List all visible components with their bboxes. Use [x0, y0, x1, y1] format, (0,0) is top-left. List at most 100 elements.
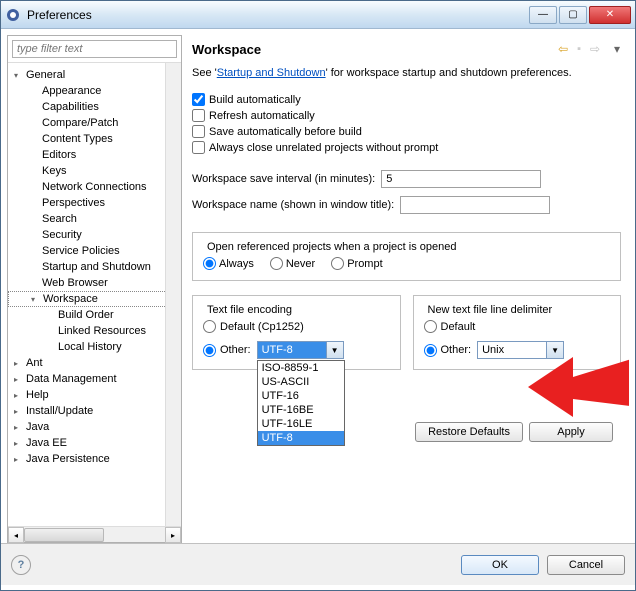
scroll-left-button[interactable]: ◂ [8, 527, 24, 543]
workspace-name-label: Workspace name (shown in window title): [192, 199, 394, 211]
close-unrelated-checkbox[interactable] [192, 141, 205, 154]
open-ref-prompt-radio[interactable] [331, 257, 344, 270]
tree-item-service-policies[interactable]: Service Policies [8, 243, 181, 259]
delimiter-radios: Default Other: ▼ [424, 320, 611, 359]
app-icon [5, 7, 21, 23]
content-area: ▾GeneralAppearanceCapabilitiesCompare/Pa… [1, 29, 635, 543]
open-ref-always-radio[interactable] [203, 257, 216, 270]
tree-item-network-connections[interactable]: Network Connections [8, 179, 181, 195]
tree-item-linked-resources[interactable]: Linked Resources [8, 323, 181, 339]
tree-item-web-browser[interactable]: Web Browser [8, 275, 181, 291]
tree-item-startup-and-shutdown[interactable]: Startup and Shutdown [8, 259, 181, 275]
encoding-combo-input[interactable] [257, 341, 327, 359]
intro-text: See 'Startup and Shutdown' for workspace… [192, 67, 621, 79]
tree-item-compare-patch[interactable]: Compare/Patch [8, 115, 181, 131]
build-auto-checkbox[interactable] [192, 93, 205, 106]
delimiter-combo-input[interactable] [477, 341, 547, 359]
tree-item-local-history[interactable]: Local History [8, 339, 181, 355]
tree-item-java-ee[interactable]: ▸Java EE [8, 435, 181, 451]
encoding-dropdown-button[interactable]: ▼ [327, 341, 344, 359]
window-buttons: — ▢ ✕ [529, 6, 631, 24]
scroll-right-button[interactable]: ▸ [165, 527, 181, 543]
encoding-other[interactable]: Other: [203, 344, 251, 357]
expand-icon: ▾ [31, 295, 43, 304]
minimize-button[interactable]: — [529, 6, 557, 24]
intro-prefix: See ' [192, 67, 217, 79]
tree-item-help[interactable]: ▸Help [8, 387, 181, 403]
encoding-option-utf-16be[interactable]: UTF-16BE [258, 403, 344, 417]
restore-defaults-button[interactable]: Restore Defaults [415, 422, 523, 442]
forward-arrow-icon[interactable]: ⇨ [587, 41, 603, 57]
save-interval-input[interactable] [381, 170, 541, 188]
main-body: See 'Startup and Shutdown' for workspace… [188, 67, 629, 543]
tree-scrollbar[interactable] [165, 63, 181, 526]
encoding-default-radio[interactable] [203, 320, 216, 333]
scroll-thumb[interactable] [24, 528, 104, 542]
open-ref-never-radio[interactable] [270, 257, 283, 270]
tree-h-scrollbar[interactable]: ◂ ▸ [8, 526, 181, 542]
tree-item-label: Keys [42, 165, 66, 177]
expand-icon: ▾ [14, 71, 26, 80]
tree-item-capabilities[interactable]: Capabilities [8, 99, 181, 115]
tree-item-workspace[interactable]: ▾Workspace [8, 291, 181, 307]
encoding-option-iso-8859-1[interactable]: ISO-8859-1 [258, 361, 344, 375]
encoding-option-utf-16le[interactable]: UTF-16LE [258, 417, 344, 431]
back-arrow-icon[interactable]: ⇦ [555, 41, 571, 57]
delimiter-default[interactable]: Default [424, 320, 611, 333]
delimiter-dropdown-button[interactable]: ▼ [547, 341, 564, 359]
tree-item-label: General [26, 69, 65, 81]
scroll-track[interactable] [24, 527, 165, 542]
tree-item-keys[interactable]: Keys [8, 163, 181, 179]
tree-item-label: Network Connections [42, 181, 147, 193]
help-icon[interactable]: ? [11, 555, 31, 575]
open-ref-never[interactable]: Never [270, 257, 315, 270]
maximize-button[interactable]: ▢ [559, 6, 587, 24]
tree-item-label: Perspectives [42, 197, 105, 209]
tree-item-perspectives[interactable]: Perspectives [8, 195, 181, 211]
encoding-delimiter-row: Text file encoding Default (Cp1252) Othe… [192, 295, 621, 370]
encoding-other-radio[interactable] [203, 344, 216, 357]
encoding-dropdown-list[interactable]: ISO-8859-1US-ASCIIUTF-16UTF-16BEUTF-16LE… [257, 360, 345, 446]
nav-menu-icon[interactable]: ▾ [609, 41, 625, 57]
encoding-combo[interactable]: ▼ ISO-8859-1US-ASCIIUTF-16UTF-16BEUTF-16… [257, 341, 344, 359]
delimiter-default-radio[interactable] [424, 320, 437, 333]
close-button[interactable]: ✕ [589, 6, 631, 24]
tree-item-security[interactable]: Security [8, 227, 181, 243]
open-referenced-title: Open referenced projects when a project … [203, 241, 461, 253]
encoding-option-us-ascii[interactable]: US-ASCII [258, 375, 344, 389]
tree-item-label: Install/Update [26, 405, 93, 417]
save-before-build-checkbox[interactable] [192, 125, 205, 138]
tree-item-data-management[interactable]: ▸Data Management [8, 371, 181, 387]
tree-item-java-persistence[interactable]: ▸Java Persistence [8, 451, 181, 467]
encoding-option-utf-8[interactable]: UTF-8 [258, 431, 344, 445]
apply-button[interactable]: Apply [529, 422, 613, 442]
workspace-name-input[interactable] [400, 196, 550, 214]
delimiter-combo[interactable]: ▼ [477, 341, 564, 359]
open-referenced-radios: Always Never Prompt [203, 257, 610, 270]
tree-item-install-update[interactable]: ▸Install/Update [8, 403, 181, 419]
delimiter-other[interactable]: Other: [424, 344, 472, 357]
open-ref-always[interactable]: Always [203, 257, 254, 270]
refresh-auto-checkbox[interactable] [192, 109, 205, 122]
tree-item-appearance[interactable]: Appearance [8, 83, 181, 99]
encoding-option-utf-16[interactable]: UTF-16 [258, 389, 344, 403]
preferences-tree[interactable]: ▾GeneralAppearanceCapabilitiesCompare/Pa… [8, 63, 181, 526]
ok-button[interactable]: OK [461, 555, 539, 575]
tree-item-label: Java [26, 421, 49, 433]
delimiter-other-radio[interactable] [424, 344, 437, 357]
tree-item-editors[interactable]: Editors [8, 147, 181, 163]
tree-item-label: Compare/Patch [42, 117, 118, 129]
tree-item-java[interactable]: ▸Java [8, 419, 181, 435]
tree-item-content-types[interactable]: Content Types [8, 131, 181, 147]
cancel-button[interactable]: Cancel [547, 555, 625, 575]
open-ref-prompt[interactable]: Prompt [331, 257, 382, 270]
encoding-default[interactable]: Default (Cp1252) [203, 320, 390, 333]
tree-item-search[interactable]: Search [8, 211, 181, 227]
tree-item-build-order[interactable]: Build Order [8, 307, 181, 323]
tree-item-ant[interactable]: ▸Ant [8, 355, 181, 371]
filter-input[interactable] [12, 40, 177, 58]
titlebar[interactable]: Preferences — ▢ ✕ [1, 1, 635, 29]
workspace-name-row: Workspace name (shown in window title): [192, 196, 621, 214]
tree-item-general[interactable]: ▾General [8, 67, 181, 83]
startup-shutdown-link[interactable]: Startup and Shutdown [217, 67, 326, 79]
